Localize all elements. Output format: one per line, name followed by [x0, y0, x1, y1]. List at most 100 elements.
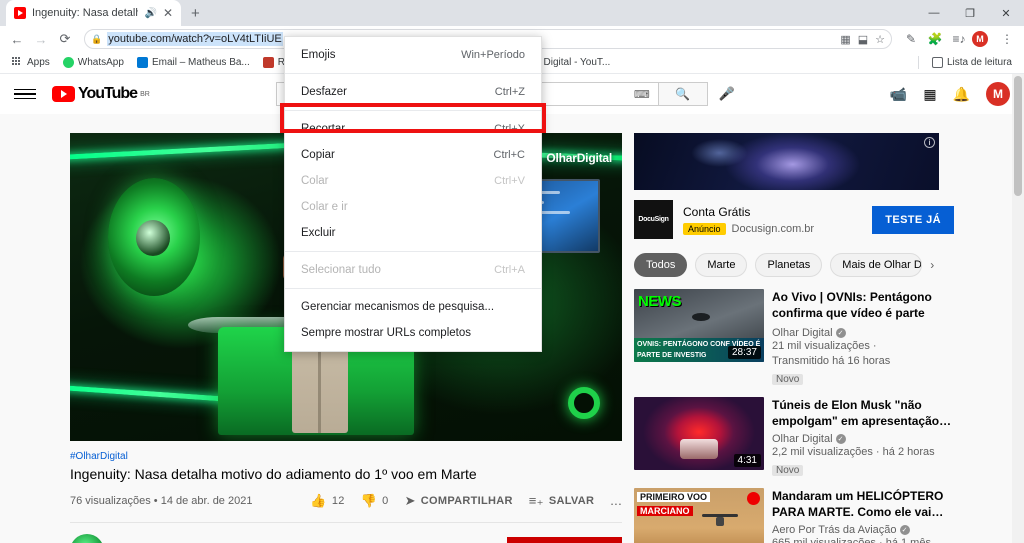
chrome-menu-icon[interactable]: ⋮: [996, 32, 1018, 46]
url-text[interactable]: youtube.com/watch?v=oLV4tLTIiUE: [107, 32, 283, 46]
maximize-button[interactable]: ❐: [952, 0, 988, 26]
menu-item-selecionar-tudo[interactable]: Selecionar tudo Ctrl+A: [285, 257, 541, 283]
video-thumbnail[interactable]: NEWS OVNIS: PENTÁGONO CONF VÍDEO É PARTE…: [634, 289, 764, 362]
hamburger-icon[interactable]: [14, 88, 36, 100]
subscribe-badge-icon: [747, 491, 760, 505]
new-tab-button[interactable]: +: [191, 5, 200, 22]
advertiser-logo: DocuSign: [634, 200, 673, 239]
avatar[interactable]: M: [986, 82, 1010, 106]
bookmark-star-icon[interactable]: ☆: [875, 33, 885, 46]
bookmark-whatsapp[interactable]: WhatsApp: [58, 56, 129, 69]
puzzle-extension-icon[interactable]: 🧩: [924, 32, 946, 46]
bookmark-apps[interactable]: Apps: [7, 56, 55, 69]
menu-item-colar[interactable]: Colar Ctrl+V: [285, 168, 541, 194]
outlook-icon: [136, 57, 148, 68]
menu-item-shortcut: Ctrl+X: [494, 123, 525, 135]
save-button[interactable]: ≡₊ SALVAR: [529, 493, 594, 509]
menu-item-excluir[interactable]: Excluir: [285, 220, 541, 246]
video-title[interactable]: Túneis de Elon Musk "não empolgam" em ap…: [772, 397, 954, 429]
speaker-icon[interactable]: 🔊: [144, 8, 156, 19]
create-video-icon[interactable]: 📹: [890, 86, 907, 103]
save-label: SALVAR: [548, 494, 595, 507]
youtube-apps-icon[interactable]: ▦: [923, 86, 936, 103]
video-thumbnail[interactable]: 4:31: [634, 396, 764, 470]
chip-marte[interactable]: Marte: [695, 253, 748, 277]
status-badge: Novo: [772, 373, 804, 385]
bookmark-label: WhatsApp: [77, 57, 124, 68]
ellipsis-icon: ...: [610, 493, 622, 509]
install-icon[interactable]: ⬓: [858, 33, 868, 46]
dislike-button[interactable]: 👎 0: [361, 493, 389, 509]
thumbnail-caption-top: PRIMEIRO VOO: [637, 491, 711, 502]
search-button[interactable]: 🔍: [657, 82, 708, 106]
chrome-tab-strip: Ingenuity: Nasa detalha mot 🔊 ✕ + — ❐ ✕: [0, 0, 1024, 26]
like-button[interactable]: 👍 12: [310, 493, 344, 509]
bookmark-email[interactable]: Email – Matheus Ba...: [132, 56, 255, 69]
keyboard-icon[interactable]: ⌨: [634, 88, 650, 101]
video-hashtag[interactable]: #OlharDigital: [70, 451, 622, 462]
chip-todos[interactable]: Todos: [634, 253, 688, 277]
ad-title[interactable]: Conta Grátis: [683, 205, 814, 219]
thumbs-down-icon: 👎: [360, 492, 378, 508]
reload-icon[interactable]: ⟳: [54, 28, 76, 50]
back-icon[interactable]: ←: [6, 28, 28, 50]
channel-avatar[interactable]: [70, 533, 104, 543]
youtube-logo[interactable]: YouTube BR: [52, 85, 150, 103]
list-item[interactable]: 4:31 Túneis de Elon Musk "não empolgam" …: [634, 396, 954, 478]
menu-item-gerenciar-mecanismos[interactable]: Gerenciar mecanismos de pesquisa...: [285, 294, 541, 320]
video-title[interactable]: Mandaram um HELICÓPTERO PARA MARTE. Como…: [772, 488, 954, 520]
ad-banner-image[interactable]: i: [634, 133, 939, 190]
video-thumbnail[interactable]: PRIMEIRO VOO MARCIANO 14:37: [634, 487, 764, 543]
ad-cta-button[interactable]: TESTE JÁ: [872, 205, 954, 234]
menu-item-emojis[interactable]: Emojis Win+Período: [285, 42, 541, 68]
playlist-icon[interactable]: ≡♪: [948, 32, 970, 46]
channel-name[interactable]: Olhar Digital ✓: [772, 327, 954, 339]
bell-icon[interactable]: 🔔: [953, 86, 970, 103]
info-icon[interactable]: i: [924, 137, 935, 148]
ufo-shape: [692, 313, 710, 321]
close-window-button[interactable]: ✕: [988, 0, 1024, 26]
ad-url: Docusign.com.br: [731, 222, 815, 235]
minimize-button[interactable]: —: [916, 0, 952, 26]
chip-mais-olhar-digital[interactable]: Mais de Olhar Di: [830, 253, 923, 277]
video-title[interactable]: Ao Vivo | OVNIs: Pentágono confirma que …: [772, 289, 954, 323]
bookmark-label: Email – Matheus Ba...: [151, 57, 250, 68]
menu-item-shortcut: Ctrl+Z: [494, 86, 525, 98]
menu-item-colar-e-ir[interactable]: Colar e ir: [285, 194, 541, 220]
subscribe-button[interactable]: INSCREVER-SE: [506, 536, 622, 543]
microphone-icon[interactable]: 🎤: [714, 81, 740, 107]
reading-list-button[interactable]: Lista de leitura: [927, 56, 1017, 69]
page-scrollbar[interactable]: [1012, 74, 1024, 543]
list-item[interactable]: NEWS OVNIS: PENTÁGONO CONF VÍDEO É PARTE…: [634, 289, 954, 387]
qr-code-icon[interactable]: ▦: [840, 33, 850, 46]
profile-avatar[interactable]: M: [972, 31, 994, 47]
forward-icon[interactable]: →: [30, 28, 52, 50]
menu-item-shortcut: Win+Período: [461, 49, 525, 61]
divider: [285, 73, 541, 74]
video-meta-row: 76 visualizações • 14 de abr. de 2021 👍 …: [70, 493, 622, 509]
close-icon[interactable]: ✕: [163, 7, 173, 19]
list-item[interactable]: PRIMEIRO VOO MARCIANO 14:37 Mandaram um …: [634, 487, 954, 543]
chip-planetas[interactable]: Planetas: [755, 253, 823, 277]
video-info: Túneis de Elon Musk "não empolgam" em ap…: [772, 397, 954, 478]
divider: [285, 251, 541, 252]
menu-item-desfazer[interactable]: Desfazer Ctrl+Z: [285, 79, 541, 105]
menu-item-sempre-mostrar-urls[interactable]: Sempre mostrar URLs completos: [285, 320, 541, 346]
chevron-right-icon[interactable]: ›: [930, 258, 934, 272]
menu-item-shortcut: Ctrl+C: [493, 149, 525, 161]
channel-name[interactable]: Olhar Digital ✓: [772, 433, 954, 445]
redacao-icon: [262, 57, 274, 68]
extensions-pen-icon[interactable]: ✎: [900, 32, 922, 46]
channel-name[interactable]: Aero Por Trás da Aviação ✓: [772, 524, 954, 536]
country-code: BR: [140, 90, 150, 98]
menu-item-recortar[interactable]: Recortar Ctrl+X: [285, 116, 541, 142]
more-actions-button[interactable]: ...: [610, 493, 622, 508]
scrollbar-thumb[interactable]: [1014, 76, 1022, 196]
video-views-date: 76 visualizações • 14 de abr. de 2021: [70, 495, 252, 507]
channel-watermark: OlharDigital: [546, 151, 612, 165]
studio-eye-decor: [108, 178, 200, 296]
verified-icon: ✓: [899, 525, 910, 536]
share-button[interactable]: ➤ COMPARTILHAR: [405, 493, 513, 509]
browser-tab[interactable]: Ingenuity: Nasa detalha mot 🔊 ✕: [6, 0, 181, 26]
menu-item-copiar[interactable]: Copiar Ctrl+C: [285, 142, 541, 168]
